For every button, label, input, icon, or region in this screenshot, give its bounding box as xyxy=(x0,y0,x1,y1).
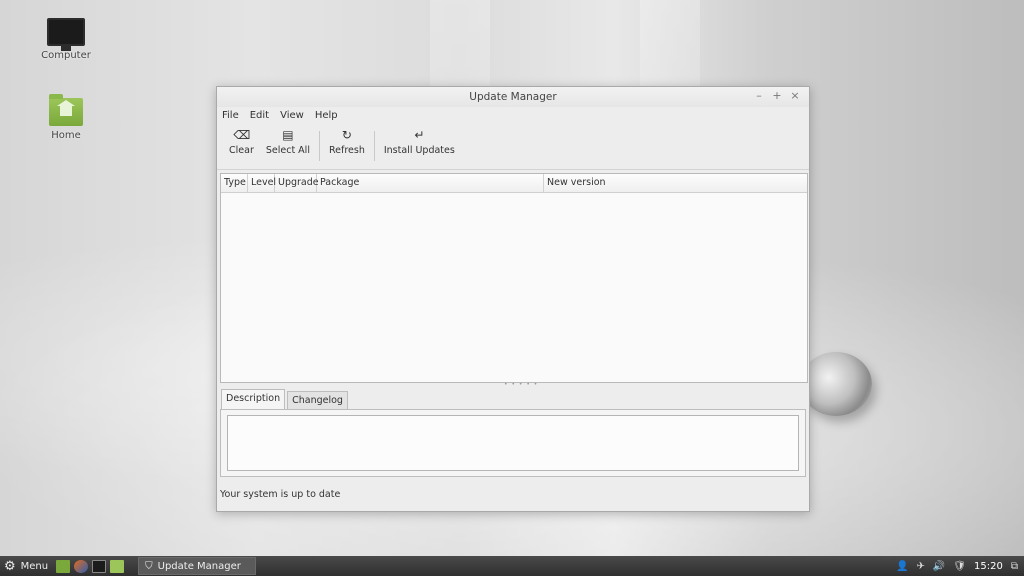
close-button[interactable]: × xyxy=(789,90,801,102)
menu-label: Menu xyxy=(20,560,49,572)
select-all-label: Select All xyxy=(265,145,310,156)
toolbar: ⌫ Clear ▤ Select All ↻ Refresh ↵ Install… xyxy=(217,123,809,170)
mint-menu-icon: ⚙ xyxy=(4,558,16,574)
list-header: Type Level Upgrade Package New version xyxy=(221,174,807,193)
tab-description[interactable]: Description xyxy=(221,389,286,409)
status-text: Your system is up to date xyxy=(220,489,341,500)
column-header-package[interactable]: Package xyxy=(317,174,544,192)
updates-list[interactable]: Type Level Upgrade Package New version xyxy=(220,173,808,383)
detail-tabs: Description Changelog xyxy=(221,387,350,409)
minimize-button[interactable]: – xyxy=(753,90,765,102)
column-header-level[interactable]: Level xyxy=(248,174,276,192)
titlebar[interactable]: Update Manager – + × xyxy=(217,87,809,107)
system-tray: 👤 ✈ 🔊 🛡 15:20 ⧉ xyxy=(896,561,1024,572)
column-header-upgrade[interactable]: Upgrade xyxy=(275,174,319,192)
monitor-icon xyxy=(47,18,85,51)
menubar: File Edit View Help xyxy=(217,107,809,123)
update-manager-window: Update Manager – + × File Edit View Help… xyxy=(216,86,810,512)
maximize-button[interactable]: + xyxy=(771,90,783,102)
menu-button[interactable]: ⚙ Menu xyxy=(0,559,56,574)
volume-icon[interactable]: 🔊 xyxy=(933,561,945,572)
clock[interactable]: 15:20 xyxy=(974,561,1003,572)
refresh-button[interactable]: ↻ Refresh xyxy=(323,123,371,156)
taskbar-item-update-manager[interactable]: ⛉ Update Manager xyxy=(138,557,257,575)
desktop-icon-label: Home xyxy=(51,130,81,141)
shield-icon: ⛉ xyxy=(145,560,153,572)
refresh-label: Refresh xyxy=(328,145,365,156)
clear-label: Clear xyxy=(229,145,254,156)
workspace-icon[interactable]: ⧉ xyxy=(1011,561,1018,572)
window-title: Update Manager xyxy=(469,91,557,103)
mint-logo-icon xyxy=(800,352,872,416)
taskbar: ⚙ Menu ⛉ Update Manager 👤 ✈ 🔊 🛡 15:20 ⧉ xyxy=(0,556,1024,576)
menu-file[interactable]: File xyxy=(221,110,240,121)
firefox-icon[interactable] xyxy=(74,559,89,573)
home-folder-icon xyxy=(49,94,83,126)
show-desktop-icon[interactable] xyxy=(56,559,71,573)
install-updates-button[interactable]: ↵ Install Updates xyxy=(378,123,461,156)
menu-edit[interactable]: Edit xyxy=(249,110,270,121)
select-all-icon: ▤ xyxy=(282,128,294,142)
pane-splitter[interactable]: • • • • • xyxy=(504,381,538,388)
tab-changelog[interactable]: Changelog xyxy=(287,391,348,409)
refresh-icon: ↻ xyxy=(341,128,352,142)
column-header-new-version[interactable]: New version xyxy=(544,174,807,192)
description-pane xyxy=(220,409,806,477)
toolbar-separator xyxy=(318,131,320,161)
clear-icon: ⌫ xyxy=(233,128,251,142)
menu-view[interactable]: View xyxy=(279,110,305,121)
desktop-icon-label: Computer xyxy=(41,50,91,61)
network-icon[interactable]: ✈ xyxy=(916,561,924,572)
desktop-icon-computer[interactable]: Computer xyxy=(31,18,101,61)
description-text-area[interactable] xyxy=(227,415,799,471)
desktop-icon-home[interactable]: Home xyxy=(31,94,101,141)
menu-help[interactable]: Help xyxy=(314,110,339,121)
user-icon[interactable]: 👤 xyxy=(896,561,908,572)
files-icon[interactable] xyxy=(110,559,125,573)
install-icon: ↵ xyxy=(414,128,425,142)
clear-button[interactable]: ⌫ Clear xyxy=(223,123,260,156)
install-updates-label: Install Updates xyxy=(383,145,455,156)
select-all-button[interactable]: ▤ Select All xyxy=(260,123,316,156)
column-header-type[interactable]: Type xyxy=(221,174,248,192)
task-label: Update Manager xyxy=(157,560,241,572)
toolbar-separator xyxy=(373,131,375,161)
terminal-icon[interactable] xyxy=(92,559,107,573)
update-shield-icon[interactable]: 🛡 xyxy=(953,561,966,572)
